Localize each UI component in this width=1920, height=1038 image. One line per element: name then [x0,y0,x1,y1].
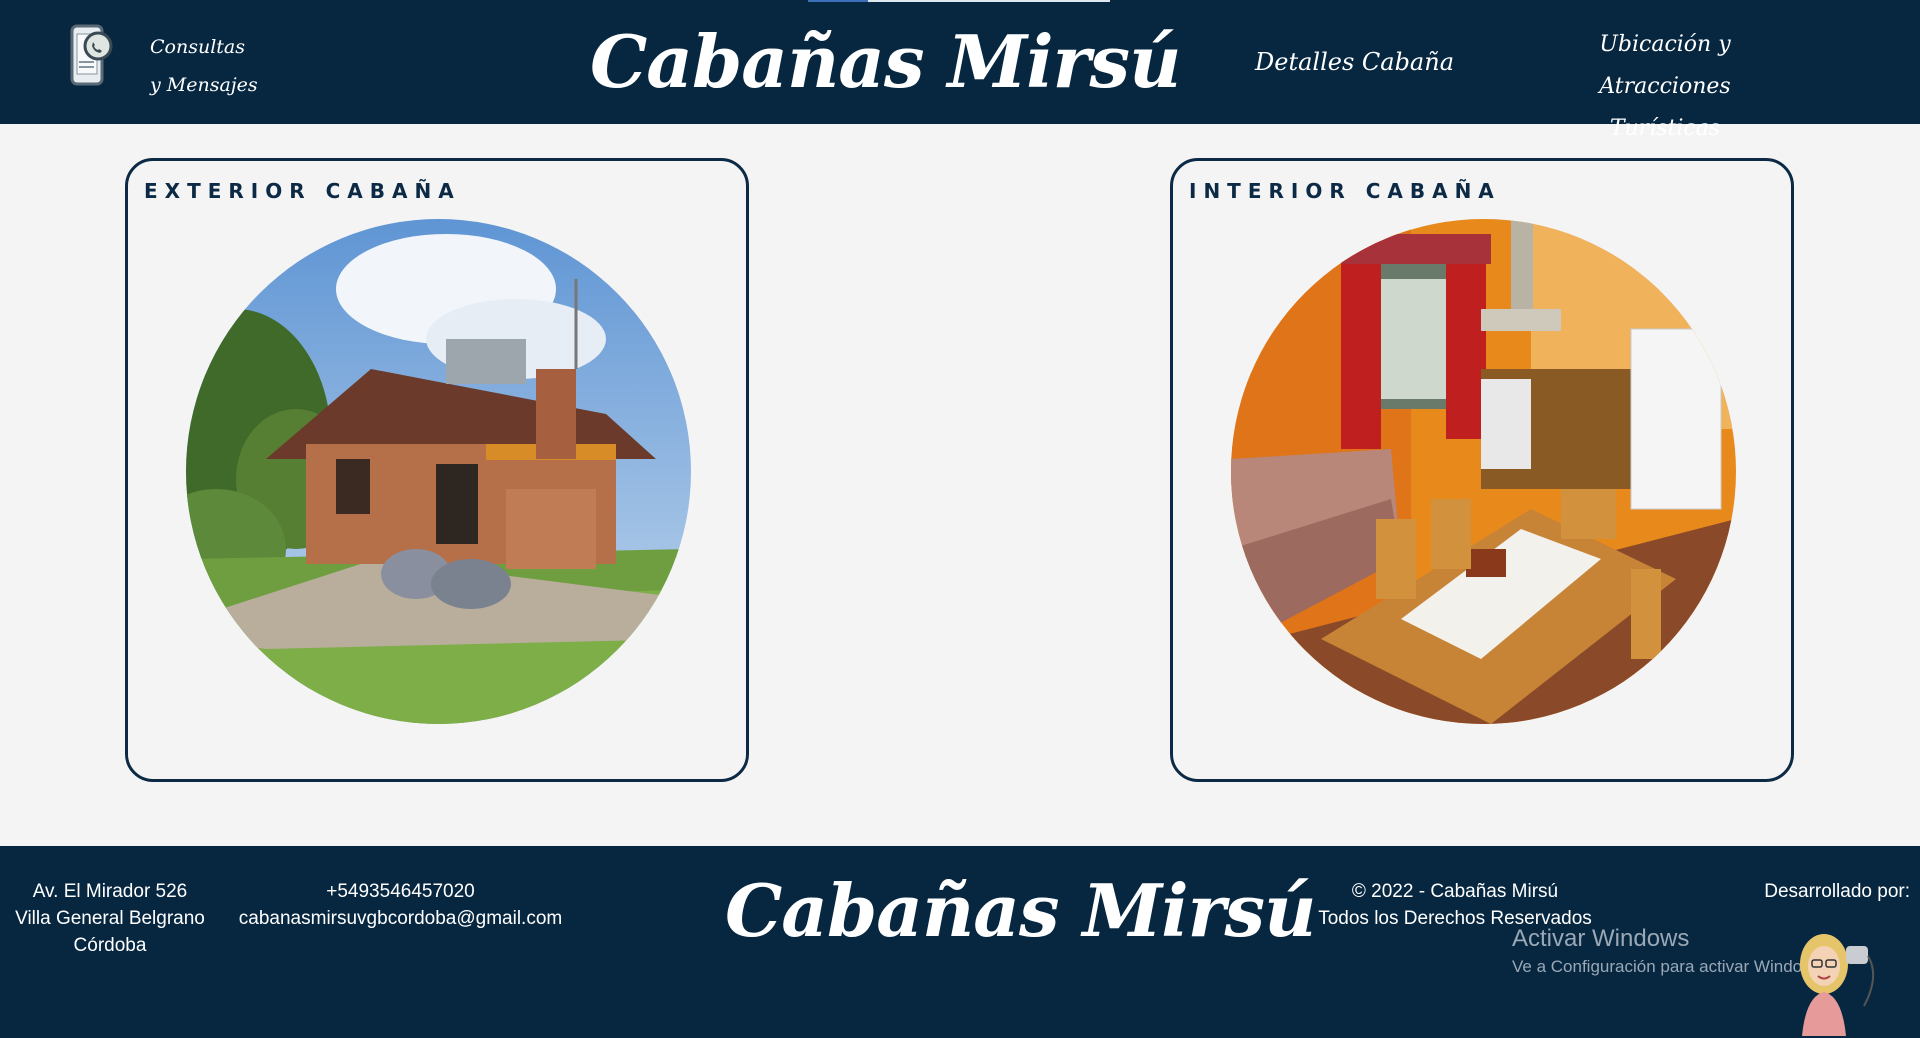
developer-avatar[interactable] [1788,926,1880,1038]
nav-ubicacion-link[interactable]: Ubicación y Atracciones Turísticas [1545,24,1785,150]
footer-phone[interactable]: +5493546457020 [228,878,573,905]
interior-card-title: INTERIOR CABAÑA [1189,179,1501,203]
footer-email[interactable]: cabanasmirsuvgbcordoba@gmail.com [228,905,573,932]
cabin-interior-photo[interactable] [1231,219,1736,724]
exterior-card: EXTERIOR CABAÑA [125,158,749,782]
cabin-exterior-photo[interactable] [186,219,691,724]
footer-contact: +5493546457020 cabanasmirsuvgbcordoba@gm… [228,878,573,932]
site-footer: Av. El Mirador 526 Villa General Belgran… [0,846,1920,1038]
site-header: Consultas y Mensajes Cabañas Mirsú Detal… [0,0,1920,141]
address-line-1: Av. El Mirador 526 [32,881,188,902]
footer-brand-logo: Cabañas Mirsú [725,868,1316,953]
footer-address: Av. El Mirador 526 Villa General Belgran… [8,878,212,959]
nav-detalles-link[interactable]: Detalles Cabaña [1255,44,1454,80]
interior-card: INTERIOR CABAÑA [1170,158,1794,782]
top-progress-fill [808,0,868,2]
copyright-line: © 2022 - Cabañas Mirsú [1351,881,1559,902]
exterior-card-title: EXTERIOR CABAÑA [144,179,461,203]
whatsapp-phone-icon[interactable] [68,24,116,88]
address-line-2: Villa General Belgrano [15,908,205,929]
header-brand-logo[interactable]: Cabañas Mirsú [590,14,1181,110]
address-line-3: Córdoba [73,935,147,956]
nav-consultas-link[interactable]: Consultas y Mensajes [150,28,260,104]
developed-by-label: Desarrollado por: [1764,881,1910,902]
